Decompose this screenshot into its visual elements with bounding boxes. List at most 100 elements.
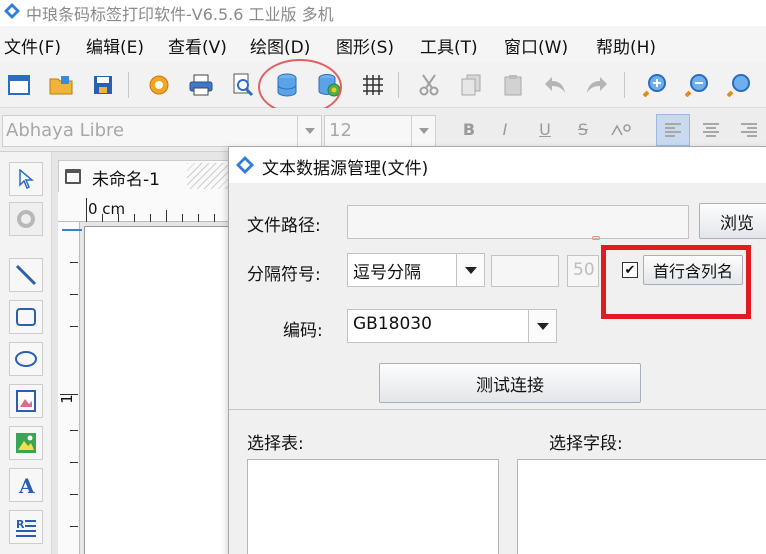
- toolbar-separator: [128, 72, 129, 98]
- ruler-tick: [70, 462, 78, 463]
- canvas-guide-line: [62, 229, 82, 231]
- tab-hatch-decoration: [187, 163, 231, 189]
- font-size-select[interactable]: 12: [324, 115, 436, 147]
- drawing-tools-panel: A R: [0, 152, 52, 554]
- field-list[interactable]: [517, 459, 766, 554]
- settings-gear-icon[interactable]: [144, 70, 174, 100]
- document-tab[interactable]: 未命名-1: [58, 160, 231, 192]
- test-connection-button[interactable]: 测试连接: [379, 363, 641, 403]
- encoding-select[interactable]: GB18030: [347, 309, 557, 343]
- save-icon[interactable]: [88, 70, 118, 100]
- align-center-icon[interactable]: [694, 114, 728, 146]
- paste-icon[interactable]: [498, 70, 528, 100]
- select-field-label: 选择字段:: [549, 434, 623, 454]
- toolbar-separator: [398, 72, 399, 98]
- zoom-out-icon[interactable]: [682, 70, 712, 100]
- chevron-down-icon[interactable]: [411, 116, 435, 146]
- zoom-in-icon[interactable]: [640, 70, 670, 100]
- menu-window[interactable]: 窗口(W): [504, 33, 568, 58]
- preview-rows-input[interactable]: 50: [567, 255, 599, 287]
- text-tool-icon[interactable]: A: [9, 468, 43, 502]
- ruler-tick: [118, 214, 119, 222]
- dialog-divider: [229, 409, 766, 410]
- ruler-zero-label: 0 cm: [88, 200, 126, 218]
- menu-file[interactable]: 文件(F): [4, 33, 61, 58]
- menu-bar: 文件(F) 编辑(E) 查看(V) 绘图(D) 图形(S) 工具(T) 窗口(W…: [0, 26, 766, 62]
- strikethrough-button[interactable]: S: [572, 120, 594, 139]
- file-path-label: 文件路径:: [247, 216, 321, 236]
- image-frame-icon[interactable]: [9, 384, 43, 418]
- menu-help[interactable]: 帮助(H): [596, 33, 656, 58]
- separator-value: 逗号分隔: [353, 263, 421, 283]
- chevron-down-icon[interactable]: [297, 116, 321, 146]
- toolbar-separator: [624, 72, 625, 98]
- redo-icon[interactable]: [582, 70, 612, 100]
- label-canvas[interactable]: [84, 226, 244, 554]
- menu-shape[interactable]: 图形(S): [336, 33, 394, 58]
- undo-icon[interactable]: [540, 70, 570, 100]
- menu-tools[interactable]: 工具(T): [420, 33, 478, 58]
- ellipse-tool-icon[interactable]: [9, 342, 43, 376]
- rich-text-icon[interactable]: R: [9, 510, 43, 544]
- highlight-annotation-box: [601, 245, 751, 319]
- open-folder-icon[interactable]: [46, 70, 76, 100]
- ruler-tick: [70, 526, 78, 527]
- grid-icon[interactable]: [358, 70, 388, 100]
- picture-tool-icon[interactable]: [9, 426, 43, 460]
- preview-rows-value: 50: [573, 260, 595, 280]
- annotation-mark: [592, 236, 600, 240]
- ruler-tick: [182, 214, 183, 222]
- font-family-value: Abhaya Libre: [6, 120, 125, 141]
- file-path-input[interactable]: [347, 205, 689, 239]
- text-effect-icon[interactable]: [610, 122, 632, 141]
- print-icon[interactable]: [186, 70, 216, 100]
- chevron-down-icon[interactable]: [528, 310, 556, 342]
- custom-separator-input[interactable]: [491, 255, 559, 287]
- ruler-tick: [166, 210, 167, 222]
- chevron-down-icon[interactable]: [456, 254, 484, 286]
- cut-icon[interactable]: [414, 70, 444, 100]
- new-document-icon[interactable]: [4, 70, 34, 100]
- ruler-tick: [86, 198, 87, 222]
- app-logo-icon: [236, 156, 254, 174]
- line-tool-icon[interactable]: [9, 258, 43, 292]
- table-list[interactable]: [247, 459, 499, 554]
- main-toolbar: [0, 62, 766, 108]
- ruler-tick: [214, 214, 215, 222]
- vertical-ruler: 1: [58, 222, 80, 554]
- window-title: 中琅条码标签打印软件-V6.5.6 工业版 多机: [26, 5, 334, 24]
- bold-button[interactable]: B: [458, 120, 480, 139]
- menu-edit[interactable]: 编辑(E): [86, 33, 144, 58]
- align-right-icon[interactable]: [732, 114, 766, 146]
- ruler-tick: [70, 494, 78, 495]
- align-left-icon[interactable]: [656, 114, 690, 146]
- ruler-one-label: 1: [57, 394, 76, 404]
- menu-draw[interactable]: 绘图(D): [250, 33, 310, 58]
- browse-button[interactable]: 浏览: [699, 203, 766, 239]
- svg-text:R: R: [16, 518, 25, 531]
- ruler-tick: [198, 214, 199, 222]
- ruler-tick: [102, 214, 103, 222]
- rectangle-tool-icon[interactable]: [9, 300, 43, 334]
- font-size-value: 12: [329, 120, 352, 141]
- select-table-label: 选择表:: [247, 434, 304, 454]
- rotate-tool-icon[interactable]: [9, 202, 43, 236]
- separator-select[interactable]: 逗号分隔: [347, 253, 485, 287]
- select-pointer-icon[interactable]: [9, 162, 43, 196]
- font-family-select[interactable]: Abhaya Libre: [2, 115, 322, 147]
- zoom-fit-icon[interactable]: [724, 70, 754, 100]
- underline-button[interactable]: U: [534, 120, 556, 139]
- encoding-value: GB18030: [353, 314, 432, 334]
- window-titlebar: 中琅条码标签打印软件-V6.5.6 工业版 多机: [0, 0, 766, 26]
- svg-text:A: A: [18, 474, 35, 496]
- print-preview-icon[interactable]: [228, 70, 258, 100]
- italic-button[interactable]: I: [494, 120, 516, 139]
- menu-view[interactable]: 查看(V): [168, 33, 227, 58]
- ruler-tick: [70, 326, 78, 327]
- document-tab-title: 未命名-1: [92, 170, 160, 190]
- ruler-tick: [150, 214, 151, 222]
- copy-icon[interactable]: [456, 70, 486, 100]
- horizontal-ruler: 0 cm: [58, 192, 238, 222]
- dialog-title: 文本数据源管理(文件): [262, 159, 429, 179]
- ruler-tick: [70, 262, 78, 263]
